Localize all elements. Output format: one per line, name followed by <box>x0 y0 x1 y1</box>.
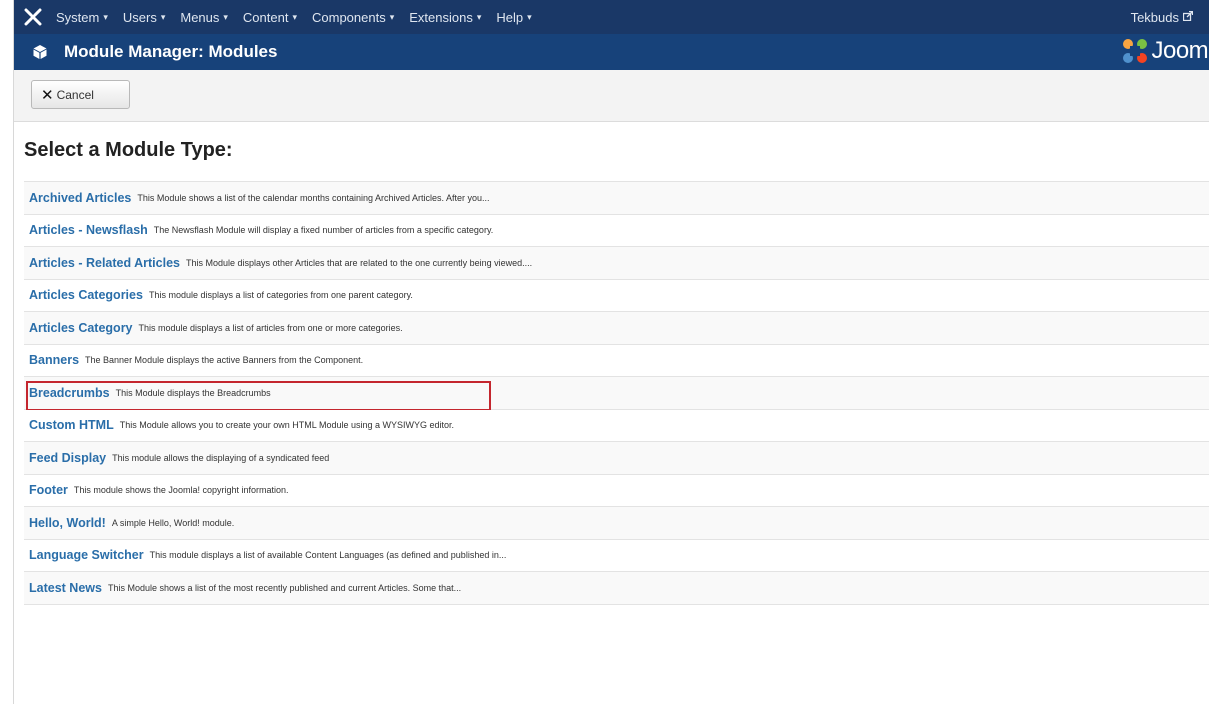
top-navbar: System ▾ Users ▾ Menus ▾ Content ▾ Component… <box>14 0 1209 34</box>
module-name-link[interactable]: Footer <box>29 483 68 497</box>
joomla-brand: Jooml <box>1121 37 1209 65</box>
cube-icon <box>32 44 48 60</box>
module-name-link[interactable]: Articles - Related Articles <box>29 256 180 270</box>
caret-down-icon: ▾ <box>292 11 297 22</box>
menu-system[interactable]: System ▾ <box>56 10 108 25</box>
menu-users[interactable]: Users ▾ <box>123 10 165 25</box>
caret-down-icon: ▾ <box>223 11 228 22</box>
module-name-link[interactable]: Articles - Newsflash <box>29 223 148 237</box>
brand-text: Jooml <box>1151 37 1209 64</box>
caret-down-icon: ▾ <box>389 11 395 22</box>
joomla-logo-icon[interactable] <box>24 8 46 26</box>
module-description: This module displays a list of available… <box>149 550 507 561</box>
list-item[interactable]: Footer This module shows the Joomla! cop… <box>24 474 1209 507</box>
list-item[interactable]: Custom HTML This Module allows you to cr… <box>24 409 1209 442</box>
module-description: This Module allows you to create your ow… <box>119 420 455 431</box>
module-name-link[interactable]: Feed Display <box>29 451 106 465</box>
app-window: System ▾ Users ▾ Menus ▾ Content ▾ Component… <box>13 0 1209 704</box>
page-title: Module Manager: Modules <box>64 42 278 61</box>
caret-down-icon: ▾ <box>527 11 532 22</box>
page-heading: Select a Module Type: <box>24 139 233 161</box>
main-menu: System ▾ Users ▾ Menus ▾ Content ▾ Component… <box>56 10 547 25</box>
list-item[interactable]: Language Switcher This module displays a… <box>24 539 1209 572</box>
cancel-button[interactable]: ✕ Cancel <box>31 80 130 109</box>
module-description: This Module displays other Articles that… <box>185 257 533 268</box>
module-description: This Module shows a list of the calendar… <box>137 192 490 203</box>
menu-extensions[interactable]: Extensions ▾ <box>409 10 481 25</box>
module-name-link[interactable]: Hello, World! <box>29 516 106 530</box>
list-item[interactable]: Archived Articles This Module shows a li… <box>24 182 1209 215</box>
menu-menus[interactable]: Menus ▾ <box>180 10 228 25</box>
site-name: Tekbuds <box>1130 9 1179 25</box>
external-link-icon <box>1182 10 1194 24</box>
close-icon: ✕ <box>41 86 54 104</box>
module-description: The Banner Module displays the active Ba… <box>85 355 364 366</box>
list-item-highlighted[interactable]: Breadcrumbs This Module displays the Bre… <box>24 377 1209 411</box>
module-name-link[interactable]: Custom HTML <box>29 418 114 432</box>
page-header: Module Manager: Modules Jooml <box>14 34 1209 70</box>
module-name-link[interactable]: Language Switcher <box>29 548 144 562</box>
caret-down-icon: ▾ <box>160 11 166 22</box>
caret-down-icon: ▾ <box>103 11 108 22</box>
module-description: This module displays a list of articles … <box>138 322 403 333</box>
list-item[interactable]: Articles Category This module displays a… <box>24 312 1209 345</box>
module-description: This Module displays the Breadcrumbs <box>115 387 271 398</box>
module-description: This Module shows a list of the most rec… <box>107 582 462 593</box>
menu-help[interactable]: Help ▾ <box>496 10 531 25</box>
list-item[interactable]: Articles - Related Articles This Module … <box>24 247 1209 280</box>
module-name-link[interactable]: Articles Categories <box>29 288 143 302</box>
list-item[interactable]: Feed Display This module allows the disp… <box>24 442 1209 475</box>
module-name-link[interactable]: Latest News <box>29 581 102 595</box>
module-description: A simple Hello, World! module. <box>111 517 235 528</box>
cancel-label: Cancel <box>56 87 94 102</box>
menu-label: Menus <box>180 9 220 25</box>
toolbar: ✕ Cancel <box>14 70 1209 122</box>
list-item[interactable]: Articles Categories This module displays… <box>24 279 1209 312</box>
module-name-link[interactable]: Articles Category <box>29 321 133 335</box>
menu-components[interactable]: Components ▾ <box>312 10 394 25</box>
module-description: This module displays a list of categorie… <box>148 290 413 301</box>
list-item[interactable]: Hello, World! A simple Hello, World! mod… <box>24 507 1209 540</box>
menu-label: Extensions <box>409 9 473 25</box>
module-description: This module allows the displaying of a s… <box>112 452 330 463</box>
caret-down-icon: ▾ <box>476 11 482 22</box>
module-type-list: Archived Articles This Module shows a li… <box>24 181 1209 605</box>
module-description: This module shows the Joomla! copyright … <box>73 485 289 496</box>
list-item[interactable]: Latest News This Module shows a list of … <box>24 572 1209 605</box>
menu-label: Users <box>122 9 157 25</box>
module-name-link[interactable]: Breadcrumbs <box>29 386 110 400</box>
menu-label: System <box>56 9 100 25</box>
menu-label: Content <box>242 9 289 25</box>
module-name-link[interactable]: Archived Articles <box>29 191 131 205</box>
module-description: The Newsflash Module will display a fixe… <box>153 225 494 236</box>
list-item[interactable]: Articles - Newsflash The Newsflash Modul… <box>24 214 1209 247</box>
menu-label: Components <box>312 9 386 25</box>
module-name-link[interactable]: Banners <box>29 353 79 367</box>
joomla-flower-icon <box>1121 37 1149 65</box>
menu-content[interactable]: Content ▾ <box>243 10 297 25</box>
list-item[interactable]: Banners The Banner Module displays the a… <box>24 344 1209 377</box>
menu-label: Help <box>496 9 524 25</box>
site-link[interactable]: Tekbuds <box>1130 0 1194 34</box>
main-content: Select a Module Type: Archived Articles … <box>14 122 1209 605</box>
